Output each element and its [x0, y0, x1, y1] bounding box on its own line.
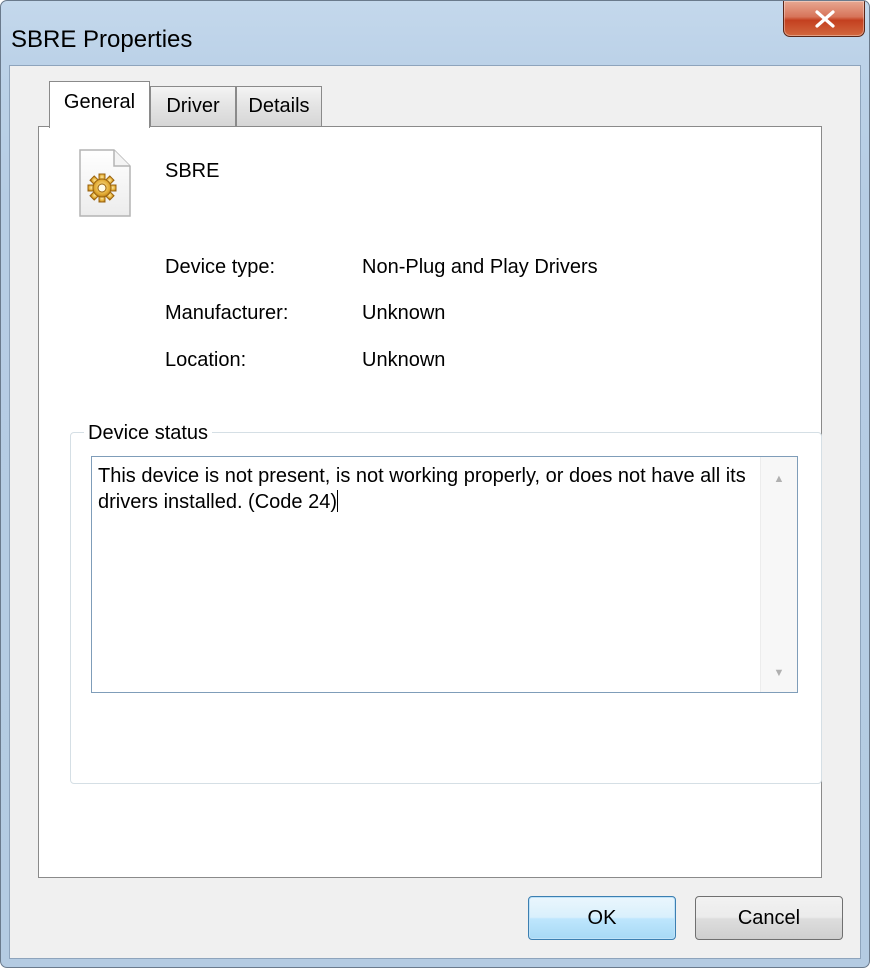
cancel-button[interactable]: Cancel — [695, 896, 843, 940]
device-type-value: Non-Plug and Play Drivers — [362, 256, 598, 278]
device-type-label: Device type: — [165, 256, 276, 278]
text-caret — [337, 490, 338, 512]
ok-button[interactable]: OK — [528, 896, 676, 940]
device-name: SBRE — [165, 160, 220, 182]
tab-general[interactable]: General — [49, 81, 150, 128]
tab-details[interactable]: Details — [236, 86, 322, 126]
close-icon — [815, 10, 835, 28]
location-value: Unknown — [362, 349, 446, 371]
device-status-text: This device is not present, is not worki… — [98, 465, 746, 513]
scroll-down-icon[interactable]: ▼ — [761, 657, 797, 689]
manufacturer-label: Manufacturer: — [165, 302, 289, 324]
manufacturer-value: Unknown — [362, 302, 446, 324]
window-title: SBRE Properties — [11, 26, 193, 53]
close-button[interactable] — [783, 1, 865, 37]
location-label: Location: — [165, 349, 247, 371]
tab-driver[interactable]: Driver — [150, 86, 236, 126]
scroll-up-icon[interactable]: ▲ — [761, 463, 797, 495]
device-status-title: Device status — [84, 422, 213, 445]
gear-file-icon — [79, 149, 131, 217]
status-scrollbar[interactable]: ▲ ▼ — [760, 457, 797, 692]
device-status-textbox[interactable]: This device is not present, is not worki… — [91, 456, 798, 693]
